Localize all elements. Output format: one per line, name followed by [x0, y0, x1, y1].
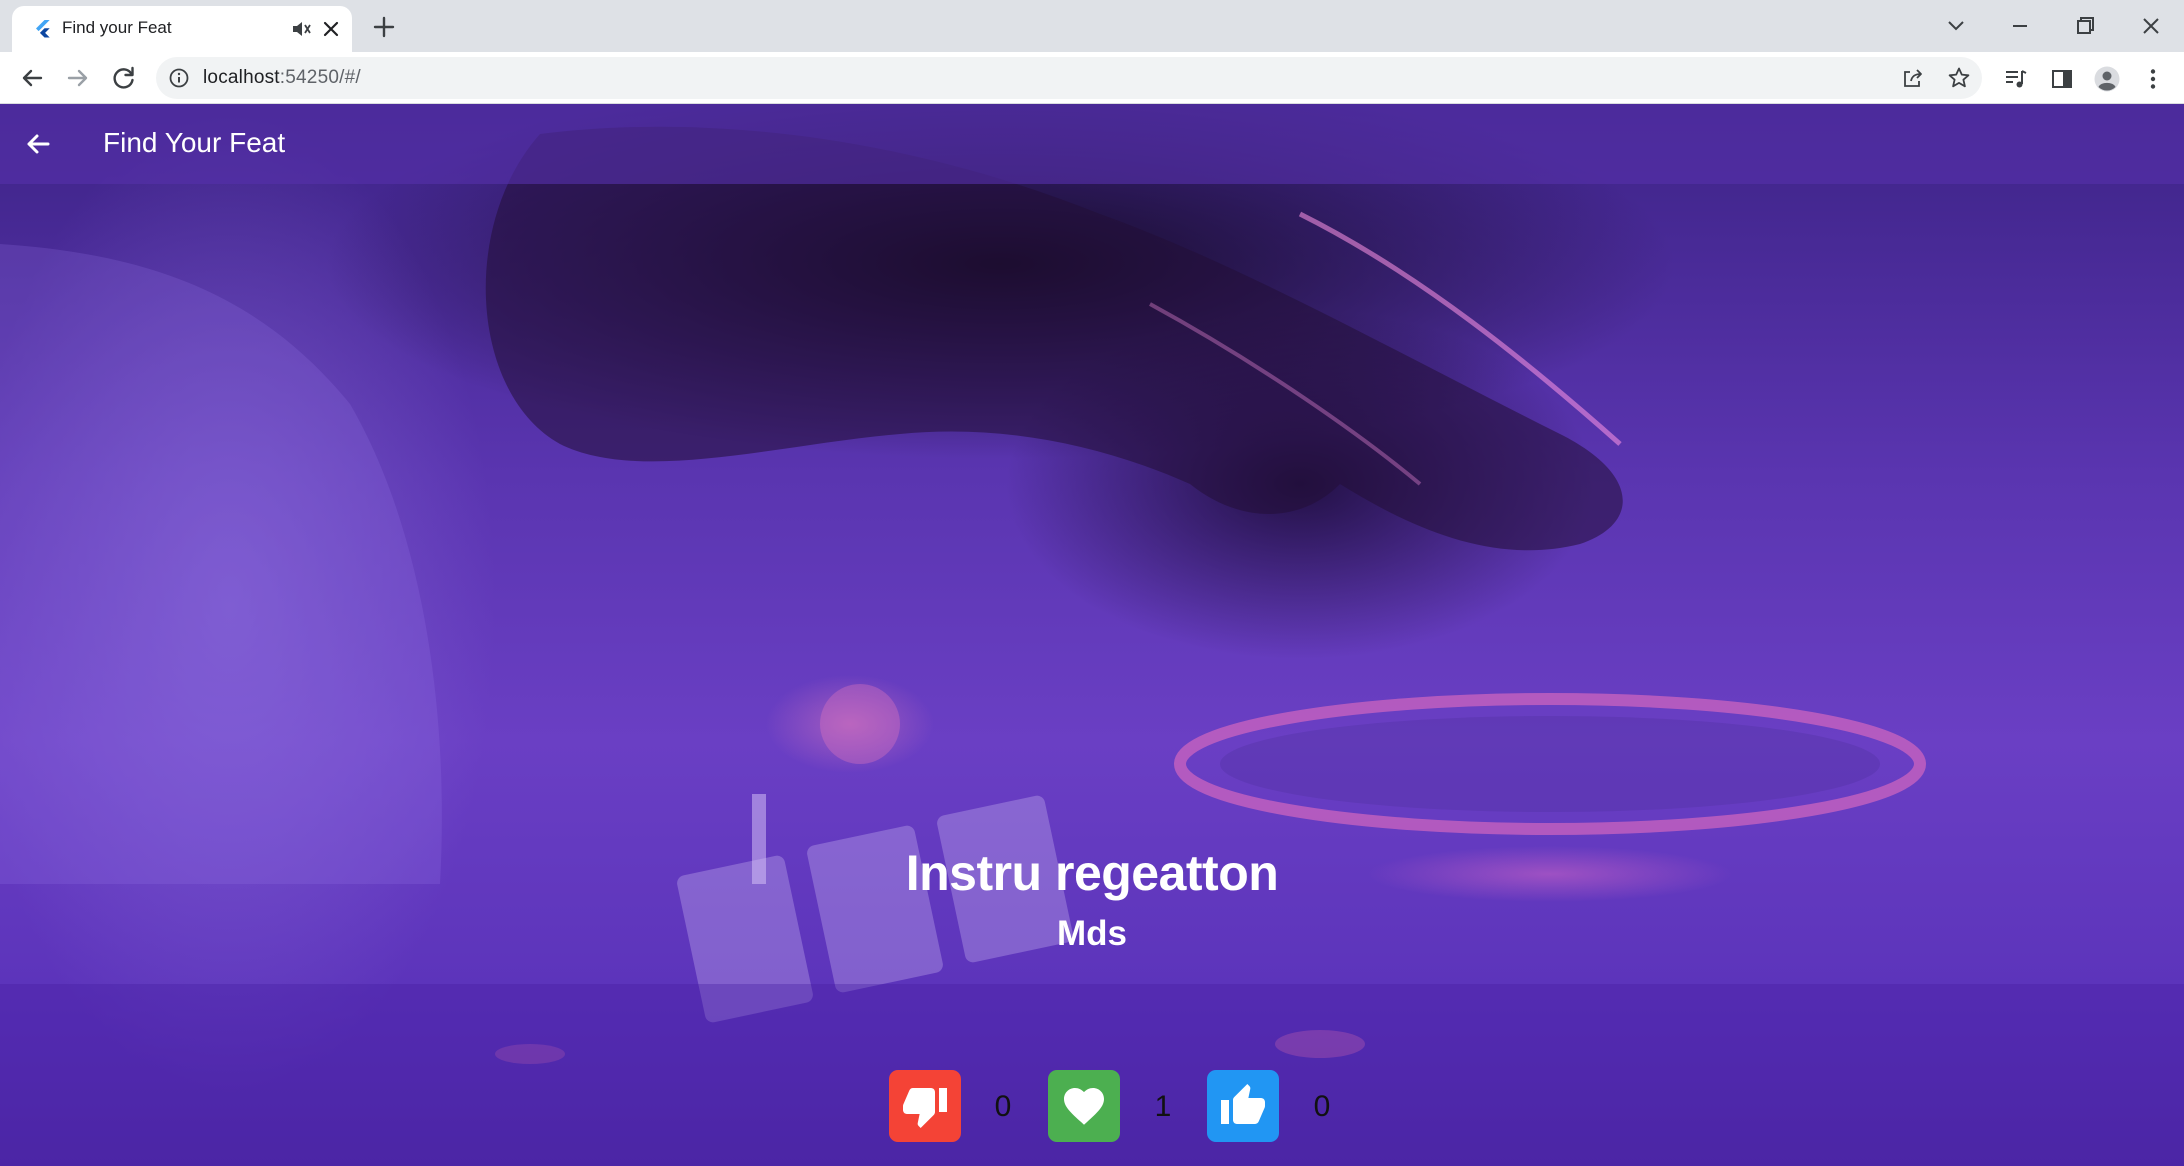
love-count: 1 [1154, 1090, 1172, 1123]
dislike-button[interactable] [889, 1070, 961, 1142]
reload-icon[interactable] [108, 62, 140, 94]
url-host: localhost [203, 67, 280, 88]
thumbs-up-icon [1221, 1084, 1265, 1124]
song-title: Instru regeatton [905, 845, 1279, 901]
browser-tab[interactable]: Find your Feat [12, 6, 352, 52]
background-photo [0, 126, 2184, 1166]
app-page: Find Your Feat Instru regeatton Mds 0 1 … [0, 104, 2184, 1166]
new-tab-icon[interactable] [370, 13, 398, 41]
minimize-icon[interactable] [2004, 10, 2036, 42]
profile-avatar-icon[interactable] [2094, 66, 2120, 92]
side-panel-icon[interactable] [2049, 66, 2075, 92]
tab-search-icon[interactable] [1940, 10, 1972, 42]
love-button[interactable] [1048, 1070, 1120, 1142]
url-text[interactable]: localhost:54250/#/ [203, 67, 361, 89]
url-path: :54250/#/ [279, 67, 361, 88]
site-info-icon[interactable] [168, 67, 190, 89]
browser-tab-strip: Find your Feat [0, 0, 2184, 52]
tab-close-icon[interactable] [320, 18, 342, 40]
tab-title: Find your Feat [62, 18, 172, 37]
flutter-favicon-icon [31, 17, 55, 41]
heart-icon [1064, 1088, 1104, 1125]
close-window-icon[interactable] [2135, 10, 2167, 42]
page-title: Find Your Feat [103, 127, 286, 158]
like-count: 0 [1313, 1090, 1331, 1123]
like-button[interactable] [1207, 1070, 1279, 1142]
tab-audio-icon[interactable] [290, 18, 312, 40]
restore-icon[interactable] [2069, 10, 2101, 42]
thumbs-down-icon [903, 1088, 947, 1128]
share-icon[interactable] [1901, 66, 1925, 90]
dislike-count: 0 [994, 1090, 1012, 1123]
browser-toolbar: localhost:54250/#/ [0, 52, 2184, 104]
back-arrow-icon[interactable] [16, 62, 48, 94]
browser-menu-icon[interactable] [2140, 66, 2166, 92]
address-bar[interactable]: localhost:54250/#/ [156, 57, 1982, 99]
bookmark-star-icon[interactable] [1947, 66, 1971, 90]
song-artist: Mds [1057, 914, 1127, 953]
back-arrow-icon[interactable] [22, 128, 54, 160]
media-controls-icon[interactable] [2003, 66, 2029, 92]
app-bar: Find Your Feat [0, 104, 2184, 184]
forward-arrow-icon[interactable] [62, 62, 94, 94]
